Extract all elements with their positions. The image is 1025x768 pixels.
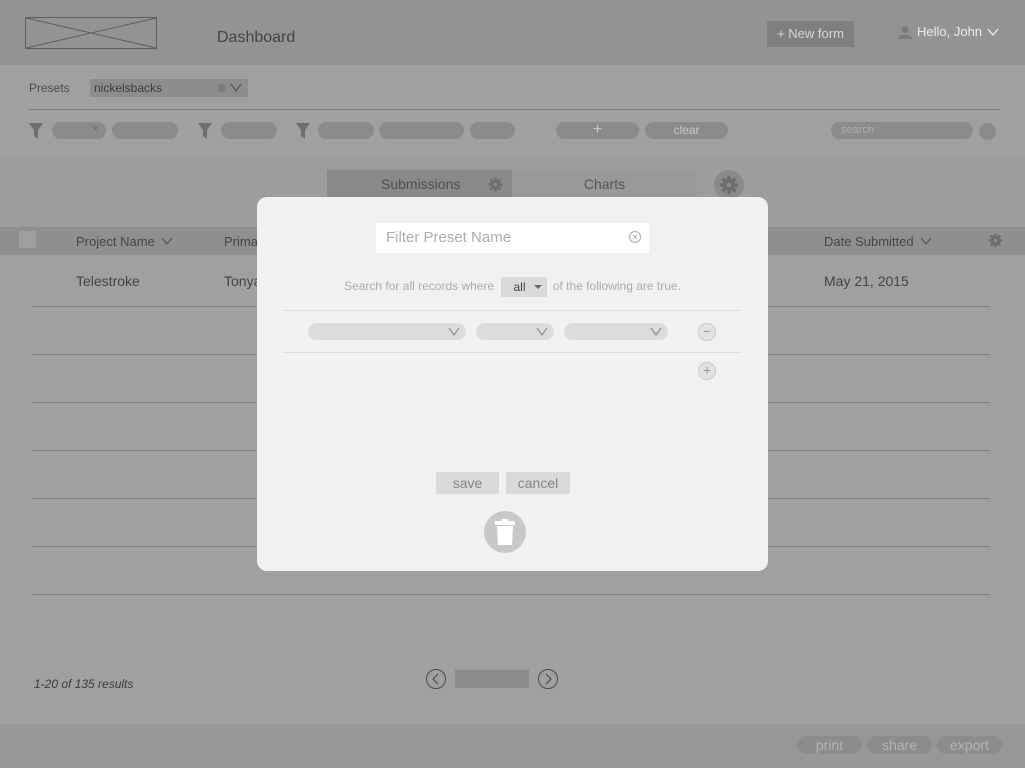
filter-funnel-icon[interactable] (29, 123, 43, 139)
cell-date-submitted: May 21, 2015 (824, 273, 909, 289)
chevron-down-icon (536, 327, 548, 337)
gear-icon[interactable] (988, 233, 1003, 248)
new-form-button[interactable]: + New form (767, 21, 854, 47)
chevron-down-icon (987, 28, 999, 36)
gear-icon (720, 176, 738, 194)
share-button[interactable]: share (867, 736, 932, 754)
divider (283, 310, 741, 311)
trash-icon (495, 519, 515, 545)
presets-selected-value: nickelsbacks (94, 81, 163, 95)
divider (28, 109, 1000, 110)
page-title: Dashboard (217, 29, 296, 46)
cell-primary: Tonya (224, 273, 262, 289)
tab-charts[interactable]: Charts (512, 170, 697, 198)
tab-label: Submissions (381, 176, 461, 192)
column-header-project-name[interactable]: Project Name (76, 234, 173, 249)
operator-dropdown[interactable] (476, 323, 554, 340)
tab-settings-button[interactable] (714, 170, 744, 200)
field-dropdown[interactable] (308, 323, 466, 340)
chevron-down-icon (230, 83, 242, 93)
chevron-left-icon (432, 673, 439, 685)
value-dropdown[interactable] (564, 323, 668, 340)
filter-chip[interactable] (112, 122, 178, 139)
presets-dropdown[interactable]: nickelsbacks (90, 79, 248, 97)
export-button[interactable]: export (937, 736, 1002, 754)
presets-label: Presets (29, 81, 70, 95)
filter-chip[interactable] (379, 122, 464, 139)
match-condition-sentence: Search for all records where all of the … (257, 277, 768, 297)
sentence-suffix: of the following are true. (552, 279, 681, 294)
sentence-prefix: Search for all records where (344, 279, 495, 294)
clear-filters-button[interactable]: clear (645, 122, 728, 139)
logo-cross-lines (26, 18, 156, 48)
next-page-button[interactable] (538, 669, 558, 689)
user-greeting: Hello, John (917, 24, 983, 39)
cancel-button[interactable]: cancel (506, 472, 570, 494)
column-header-label: Project Name (76, 234, 155, 249)
results-count: 1-20 of 135 results (34, 677, 134, 691)
filter-funnel-icon[interactable] (296, 123, 310, 139)
presets-status-dot (218, 84, 226, 92)
add-condition-button[interactable]: + (698, 362, 716, 380)
previous-page-button[interactable] (426, 669, 446, 689)
page-number-input[interactable] (455, 670, 529, 688)
tab-submissions[interactable]: Submissions (327, 170, 512, 198)
remove-condition-button[interactable]: − (698, 323, 716, 341)
table-row-divider (32, 594, 990, 595)
filter-chip[interactable] (318, 122, 374, 139)
print-button[interactable]: print (797, 736, 862, 754)
user-icon (898, 25, 912, 39)
match-mode-value: all (513, 280, 526, 294)
search-input[interactable]: search (831, 122, 973, 139)
cell-project-name[interactable]: Telestroke (76, 273, 140, 289)
logo-placeholder-icon[interactable] (25, 17, 157, 49)
search-button[interactable] (979, 123, 996, 140)
divider (283, 352, 741, 353)
chevron-down-icon (448, 327, 460, 337)
caret-down-icon (533, 285, 542, 289)
chevron-down-icon (650, 327, 662, 337)
chevron-down-icon (161, 237, 173, 245)
user-menu[interactable]: Hello, John (898, 24, 999, 39)
filter-chip[interactable] (221, 122, 277, 139)
save-button[interactable]: save (436, 472, 499, 494)
clear-input-icon[interactable]: × (629, 231, 641, 243)
filter-chip[interactable] (470, 122, 515, 139)
select-all-checkbox[interactable] (19, 231, 36, 248)
chevron-right-icon (545, 673, 552, 685)
chevron-down-icon (920, 237, 932, 245)
match-mode-dropdown[interactable]: all (500, 277, 547, 297)
filter-chip[interactable]: × (52, 122, 106, 139)
gear-icon[interactable] (488, 177, 503, 192)
preset-name-input[interactable]: Filter Preset Name (376, 223, 649, 253)
close-icon[interactable]: × (92, 123, 98, 135)
delete-preset-button[interactable] (484, 511, 526, 553)
filter-funnel-icon[interactable] (198, 123, 212, 139)
column-header-label: Date Submitted (824, 234, 914, 249)
add-filter-button[interactable]: + (556, 122, 639, 139)
column-header-date-submitted[interactable]: Date Submitted (824, 234, 932, 249)
